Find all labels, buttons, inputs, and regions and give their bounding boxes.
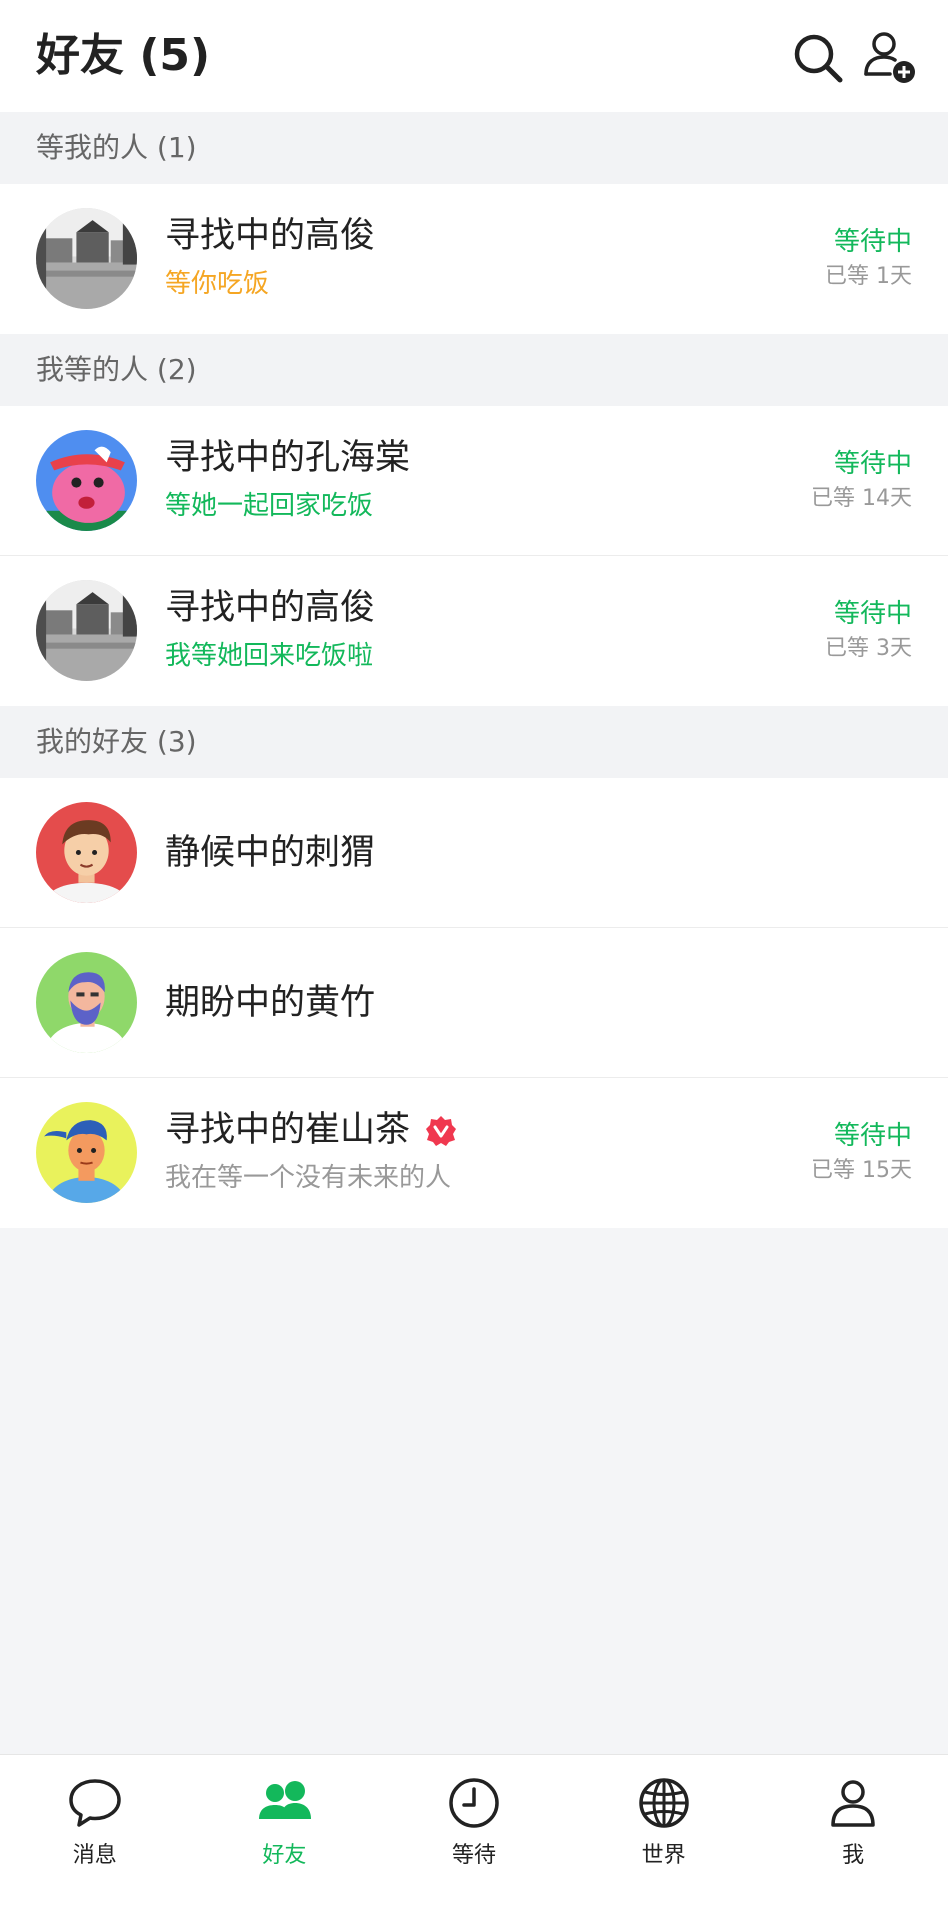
section-header-waiting-for-me: 等我的人 (1) <box>0 112 948 184</box>
tab-world[interactable]: 世界 <box>569 1755 759 1920</box>
wait-duration: 已等 3天 <box>825 636 912 661</box>
tab-label: 好友 <box>262 1843 307 1868</box>
tab-messages[interactable]: 消息 <box>0 1755 190 1920</box>
search-icon[interactable] <box>790 30 846 86</box>
avatar <box>36 208 137 309</box>
avatar <box>36 1102 137 1203</box>
friend-name: 寻找中的孔海棠 <box>165 438 411 478</box>
list-item[interactable]: 期盼中的黄竹 <box>0 928 948 1078</box>
status-badge: 等待中 <box>833 1121 912 1151</box>
wait-duration: 已等 1天 <box>825 264 912 289</box>
avatar <box>36 580 137 681</box>
status-badge: 等待中 <box>833 449 912 479</box>
avatar <box>36 802 137 903</box>
section-header-i-wait-for: 我等的人 (2) <box>0 334 948 406</box>
clock-icon <box>449 1778 499 1828</box>
user-icon <box>831 1780 876 1827</box>
friends-icon <box>258 1781 311 1819</box>
tab-waiting[interactable]: 等待 <box>379 1755 569 1920</box>
friend-name: 期盼中的黄竹 <box>165 983 376 1023</box>
top-bar: 好友 (5) <box>0 0 948 112</box>
page-title: 好友 (5) <box>36 30 211 81</box>
friend-name: 寻找中的高俊 <box>165 588 376 628</box>
friend-subtitle: 等她一起回家吃饭 <box>165 491 374 521</box>
list-item[interactable]: 寻找中的孔海棠 等她一起回家吃饭 等待中 已等 14天 <box>0 406 948 556</box>
chat-bubble-icon <box>69 1779 121 1827</box>
list-item[interactable]: 寻找中的高俊 我等她回来吃饭啦 等待中 已等 3天 <box>0 556 948 706</box>
section-header-my-friends: 我的好友 (3) <box>0 706 948 778</box>
avatar <box>36 430 137 531</box>
friend-subtitle: 我在等一个没有未来的人 <box>165 1163 452 1193</box>
globe-icon <box>639 1778 689 1828</box>
status-badge: 等待中 <box>833 599 912 629</box>
friend-name: 寻找中的高俊 <box>165 216 376 256</box>
list-item[interactable]: 静候中的刺猬 <box>0 778 948 928</box>
tab-label: 世界 <box>641 1843 686 1868</box>
bottom-tab-bar: 消息 好友 等待 世界 我 <box>0 1754 948 1920</box>
status-badge: 等待中 <box>833 227 912 257</box>
list-item[interactable]: 寻找中的崔山茶 我在等一个没有未来的人 等待中 已等 15天 <box>0 1078 948 1228</box>
friend-subtitle: 我等她回来吃饭啦 <box>165 641 374 671</box>
tab-label: 我 <box>842 1843 865 1868</box>
tab-me[interactable]: 我 <box>758 1755 948 1920</box>
tab-label: 消息 <box>72 1843 117 1868</box>
wait-duration: 已等 15天 <box>811 1158 912 1183</box>
add-user-icon[interactable] <box>862 30 918 86</box>
tab-friends[interactable]: 好友 <box>190 1755 380 1920</box>
tab-label: 等待 <box>451 1843 496 1868</box>
friend-name: 静候中的刺猬 <box>165 833 376 873</box>
friend-name: 寻找中的崔山茶 <box>165 1110 411 1150</box>
friend-subtitle: 等你吃饭 <box>165 269 270 299</box>
list-item[interactable]: 寻找中的高俊 等你吃饭 等待中 已等 1天 <box>0 184 948 334</box>
wait-duration: 已等 14天 <box>811 486 912 511</box>
verified-icon <box>426 1116 456 1146</box>
avatar <box>36 952 137 1053</box>
